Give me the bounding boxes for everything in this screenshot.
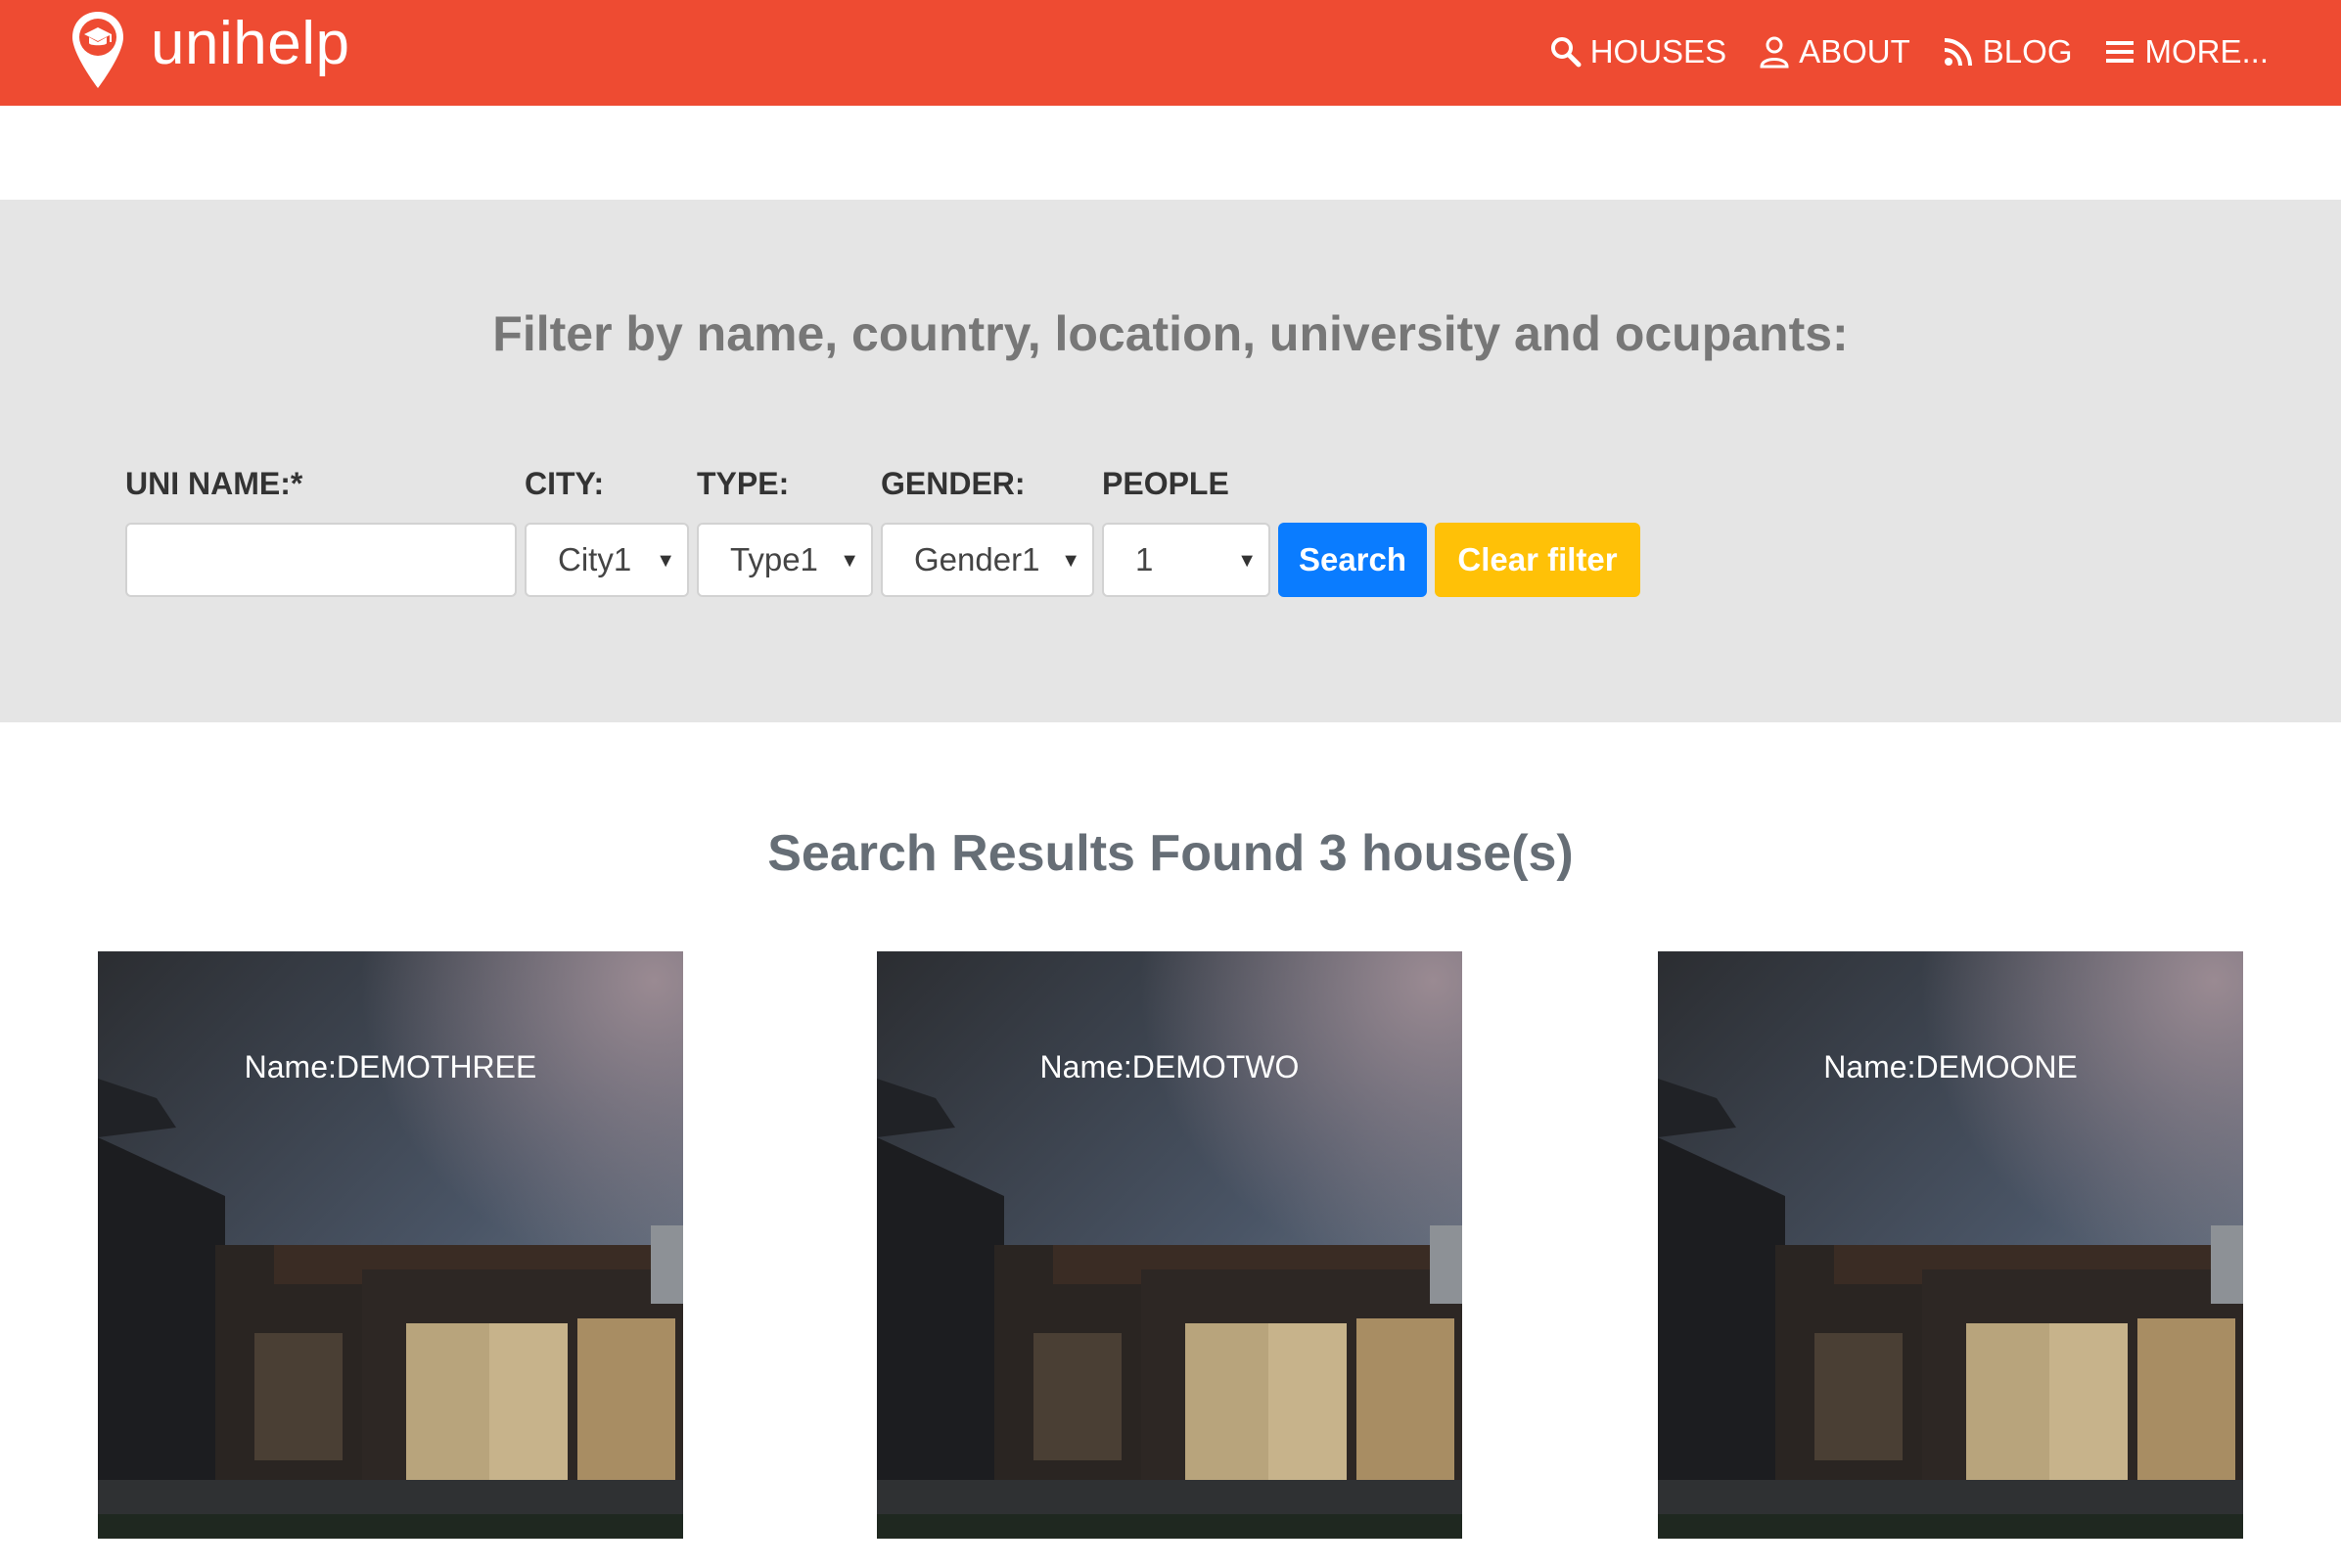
filter-section: Filter by name, country, location, unive… [0, 200, 2341, 722]
house-name: Name:DEMOONE [1823, 1049, 2078, 1084]
rss-icon [1944, 38, 1972, 67]
people-label: PEOPLE [1102, 466, 1229, 501]
nav-item-blog[interactable]: BLOG [1942, 33, 2073, 70]
search-button[interactable]: Search [1278, 523, 1427, 597]
gender-select-value: Gender1 [914, 541, 1040, 577]
uni-name-label: UNI NAME:* [125, 466, 303, 501]
caret-down-icon: ▼ [1237, 550, 1257, 572]
brand-logo-link[interactable]: unihelp [70, 10, 349, 90]
house-photo [98, 951, 683, 1539]
menu-icon [2106, 41, 2134, 63]
nav-item-about[interactable]: ABOUT [1758, 33, 1910, 70]
house-card[interactable]: Name:DEMOTWO [877, 951, 1462, 1539]
type-label: TYPE: [697, 466, 790, 501]
uni-name-input[interactable] [125, 523, 517, 597]
filter-title: Filter by name, country, location, unive… [492, 306, 1849, 361]
brand-name: unihelp [151, 10, 350, 77]
type-select-value: Type1 [730, 541, 818, 577]
nav-item-label: ABOUT [1799, 33, 1910, 69]
house-name: Name:DEMOTWO [1039, 1049, 1300, 1084]
house-photo [877, 951, 1462, 1539]
nav-item-more[interactable]: MORE... [2103, 33, 2269, 70]
clear-filter-button[interactable]: Clear filter [1435, 523, 1640, 597]
city-label: CITY: [525, 466, 605, 501]
city-select[interactable]: City1 ▼ [525, 523, 689, 597]
nav-item-label: MORE... [2144, 33, 2269, 69]
caret-down-icon: ▼ [656, 550, 675, 572]
people-select[interactable]: 1 ▼ [1102, 523, 1270, 597]
navbar: unihelp HOUSES ABOUT BLOG MORE... [0, 0, 2341, 106]
gender-label: GENDER: [881, 466, 1026, 501]
house-photo [1658, 951, 2243, 1539]
house-card[interactable]: Name:DEMOONE [1658, 951, 2243, 1539]
caret-down-icon: ▼ [840, 550, 859, 572]
nav-menu: HOUSES ABOUT BLOG MORE... [1518, 33, 2269, 70]
gender-select[interactable]: Gender1 ▼ [881, 523, 1094, 597]
nav-item-label: HOUSES [1589, 33, 1727, 69]
people-select-value: 1 [1135, 541, 1154, 577]
location-pin-graduation-cap-icon [72, 12, 123, 88]
nav-item-houses[interactable]: HOUSES [1549, 33, 1726, 70]
nav-item-label: BLOG [1982, 33, 2073, 69]
type-select[interactable]: Type1 ▼ [697, 523, 873, 597]
results-title: Search Results Found 3 house(s) [767, 825, 1574, 882]
city-select-value: City1 [558, 541, 632, 577]
caret-down-icon: ▼ [1061, 550, 1080, 572]
house-card[interactable]: Name:DEMOTHREE [98, 951, 683, 1539]
search-icon [1550, 37, 1582, 68]
user-icon [1760, 36, 1789, 69]
house-name: Name:DEMOTHREE [244, 1049, 537, 1084]
